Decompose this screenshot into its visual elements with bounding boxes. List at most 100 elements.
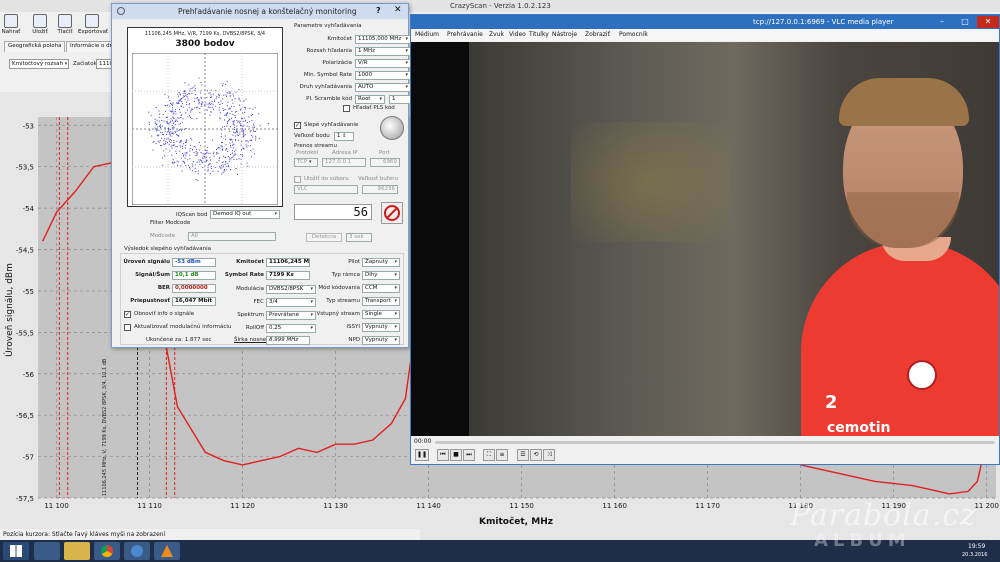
constellation-dot [173,127,175,129]
constellation-dot [173,140,175,142]
constellation-dot [213,108,214,110]
vlc-menu-item[interactable]: Zobraziť [585,31,610,38]
param-field[interactable]: Root ▾ [355,95,385,104]
constellation-dot [175,146,177,148]
taskbar-explorer[interactable] [64,542,90,560]
param-field[interactable]: 1000 ▾ [355,71,411,80]
param-field[interactable]: 1 MHz ▾ [355,47,411,56]
protokol-select[interactable]: TCP ▾ [294,158,318,167]
seek-track[interactable] [435,441,995,444]
constellation-dot [232,152,234,154]
constellation-dot [243,134,245,136]
ulozit-checkbox[interactable] [294,176,301,183]
right-field[interactable]: CCM ▾ [362,284,400,293]
prev-button[interactable]: ⏮ [437,449,449,461]
video-frame[interactable]: 2 cemotin [411,42,999,436]
constellation-dot [202,166,204,168]
ip-input[interactable]: 127.0.0.1 [322,158,366,167]
constellation-dot [202,161,204,163]
start-input[interactable]: 11100 [96,59,112,69]
constellation-dot [175,152,177,154]
range-select[interactable]: Kmitočtový rozsah ▾ [9,59,69,69]
constellation-dot [173,126,175,128]
hladat-pls-checkbox[interactable] [343,105,350,112]
constellation-dot [196,148,198,150]
vlc-select[interactable]: VLC [294,185,358,194]
right-field[interactable]: Transport ▾ [362,297,400,306]
velkost-bodu-input[interactable]: 1 ⇕ [334,132,354,141]
taskbar-chrome[interactable] [94,542,120,560]
constellation-dot [241,140,243,142]
mid-field[interactable]: DVBS2/8PSK ▾ [266,285,316,294]
right-field[interactable]: Zapnutý ▾ [362,258,400,267]
export-button[interactable]: Exportovať [78,12,108,40]
bufer-input[interactable]: 96236 [362,185,398,194]
constellation-dot [185,95,187,96]
param-field[interactable]: V/R ▾ [355,59,411,68]
param-field-2[interactable]: 1 [389,95,411,104]
right-field[interactable]: Vypnutý ▾ [362,323,400,332]
constellation-dot [194,85,196,87]
aktualizovat-checkbox[interactable] [124,324,131,331]
constellation-dot [180,141,182,143]
constellation-dot [234,127,236,129]
port-input[interactable]: 6969 [370,158,400,167]
save-button[interactable]: Uložiť [29,12,51,40]
stop-button[interactable] [381,202,403,224]
tab-geo[interactable]: Geografická poloha [4,41,66,52]
print-button[interactable]: Tlačiť [54,12,76,40]
next-button[interactable]: ⏭ [463,449,475,461]
tab-satellite-info[interactable]: Informácie o družici [66,41,112,52]
taskbar-vlc[interactable] [154,542,180,560]
slepe-checkbox[interactable]: ✓ [294,122,301,129]
right-field[interactable]: Dlhý ▾ [362,271,400,280]
vlc-menu-item[interactable]: Titulky [529,31,549,38]
help-icon[interactable]: ? [376,6,381,15]
right-field[interactable]: Single ▾ [362,310,400,319]
constellation-dot [189,150,191,152]
vlc-menu-item[interactable]: Médium [415,31,439,38]
constellation-dot [207,146,209,148]
stop-button-vlc[interactable]: ■ [450,449,462,461]
close-icon[interactable]: ✕ [394,5,402,15]
close-icon[interactable]: ✕ [977,16,999,28]
vlc-seekbar[interactable]: 00:00 [411,436,999,448]
vlc-menu-item[interactable]: Prehrávanie [447,31,483,38]
pause-button[interactable]: ❚❚ [415,449,429,461]
maximize-icon[interactable]: □ [954,16,976,28]
modcode-select[interactable]: All [188,232,276,241]
mid-field[interactable]: Prevrátené ▾ [266,311,316,320]
sek-select[interactable]: 3 sek [346,233,372,242]
y-tick-label: -56 [23,371,35,379]
taskbar-crazyscan[interactable] [124,542,150,560]
taskbar-app-1[interactable] [34,542,60,560]
constellation-dot [227,165,229,167]
shuffle-button[interactable]: ⤨ [543,449,555,461]
vlc-menu-item[interactable]: Zvuk [489,31,504,38]
constellation-dot [179,109,180,111]
constellation-dot [207,164,209,166]
vlc-menu-item[interactable]: Video [509,31,526,38]
param-field[interactable]: AUTO ▾ [355,83,411,92]
iqscan-select[interactable]: Demod IQ out ▾ [210,210,280,219]
extended-button[interactable]: ≡ [496,449,508,461]
open-button[interactable]: Nahrať [0,12,22,40]
obnovit-checkbox[interactable]: ✓ [124,311,131,318]
constellation-dot [232,122,234,124]
minimize-icon[interactable]: – [931,16,953,28]
param-field[interactable]: 11105,000 MHz ▾ [355,35,411,44]
mid-field[interactable]: 0.25 ▾ [266,324,316,333]
vlc-menu-item[interactable]: Nástroje [552,31,577,38]
fullscreen-button[interactable]: ⛶ [483,449,495,461]
constellation-dot [169,121,171,123]
constellation-dot [227,163,229,165]
vlc-menu-item[interactable]: Pomocník [619,31,648,38]
right-field[interactable]: Vypnutý ▾ [362,336,400,345]
detekcia-button[interactable]: Detekcia [306,233,342,242]
loop-button[interactable]: ⟲ [530,449,542,461]
constellation-dot [157,140,159,142]
mid-field[interactable]: 3/4 ▾ [266,298,316,307]
playlist-button[interactable]: ☰ [517,449,529,461]
start-button[interactable] [3,542,29,560]
y-tick-label: -55,5 [16,329,34,337]
